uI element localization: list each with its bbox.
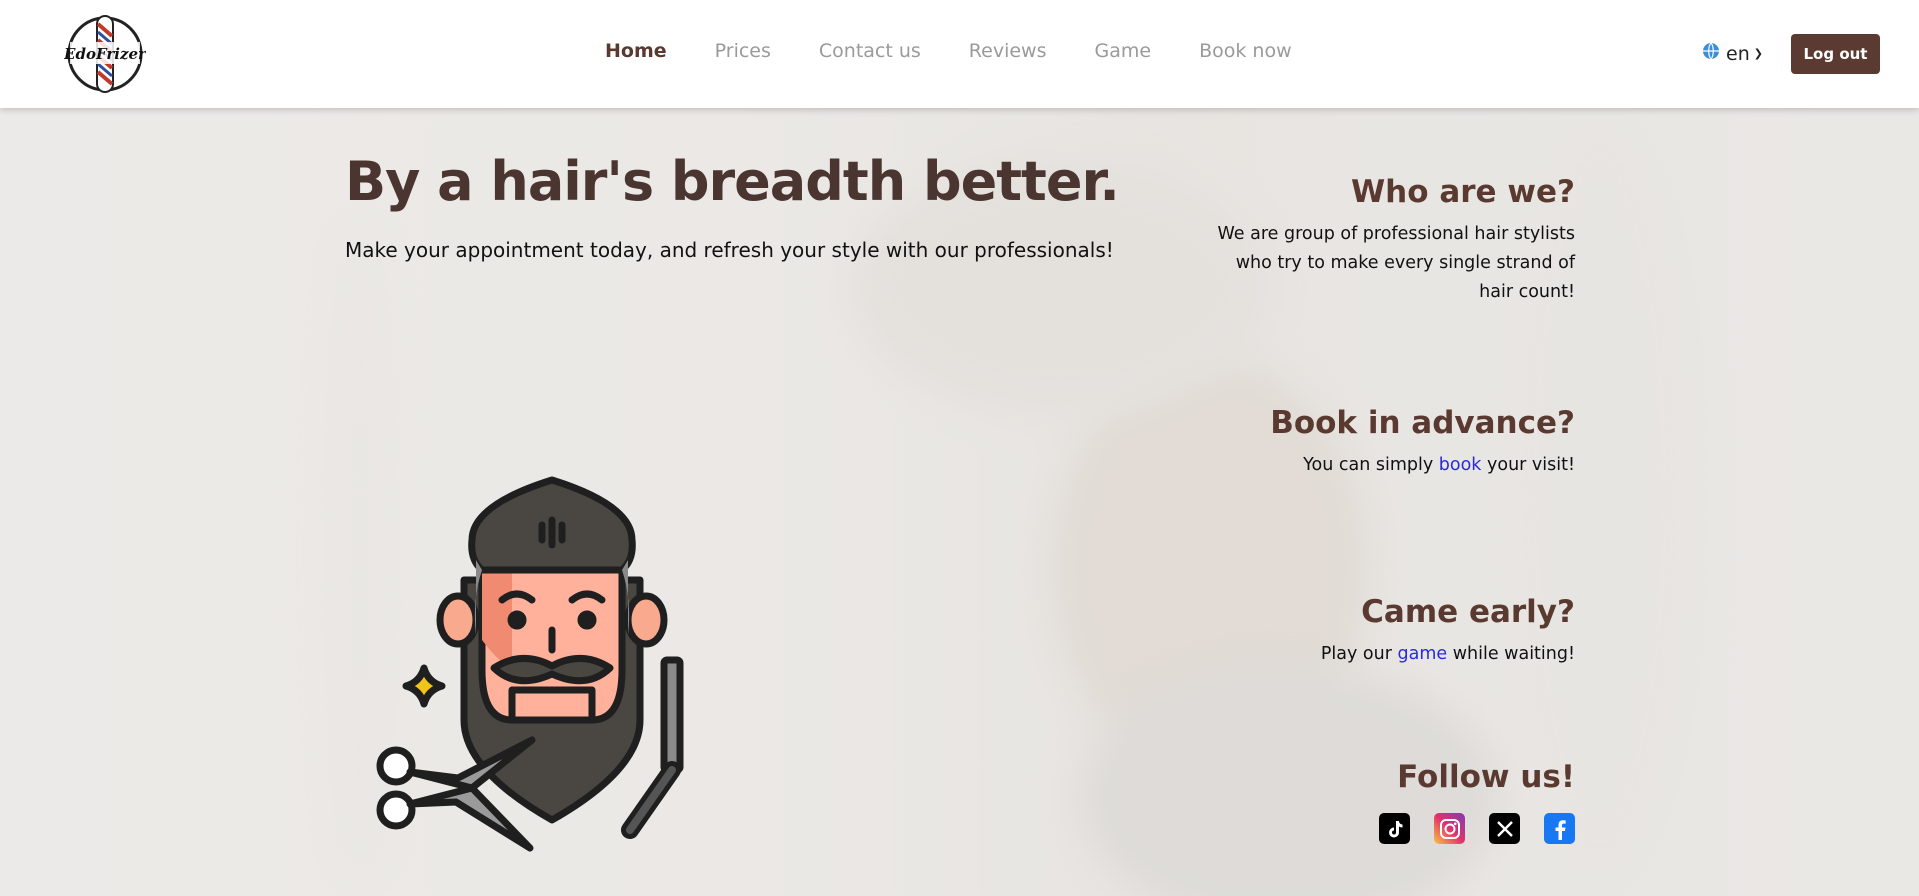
came-early-heading: Came early? bbox=[1361, 594, 1575, 630]
x-icon[interactable] bbox=[1489, 813, 1520, 844]
nav-prices[interactable]: Prices bbox=[715, 40, 771, 62]
globe-icon bbox=[1702, 42, 1720, 65]
facebook-icon[interactable] bbox=[1544, 813, 1575, 844]
who-are-we-text: We are group of professional hair stylis… bbox=[1217, 224, 1575, 302]
came-early-text: Play our game while waiting! bbox=[1215, 640, 1575, 669]
follow-us-section: Follow us! bbox=[1215, 759, 1575, 844]
language-selector[interactable]: en ❯ bbox=[1702, 42, 1763, 65]
book-in-advance-heading: Book in advance? bbox=[1270, 405, 1575, 441]
tiktok-icon[interactable] bbox=[1379, 813, 1410, 844]
nav-game[interactable]: Game bbox=[1095, 40, 1152, 62]
instagram-icon[interactable] bbox=[1434, 813, 1465, 844]
book-link[interactable]: book bbox=[1439, 455, 1482, 475]
book-text-after: your visit! bbox=[1481, 455, 1575, 475]
book-text-before: You can simply bbox=[1303, 455, 1439, 475]
hero-background-photo bbox=[0, 108, 1919, 896]
book-in-advance-section: Book in advance? You can simply book you… bbox=[1215, 405, 1575, 480]
early-text-after: while waiting! bbox=[1447, 644, 1575, 664]
early-text-before: Play our bbox=[1320, 644, 1398, 664]
game-link[interactable]: game bbox=[1397, 644, 1447, 664]
social-links bbox=[1215, 813, 1575, 844]
who-are-we-section: Who are we? We are group of professional… bbox=[1215, 174, 1575, 307]
top-navbar: EdoFrizer Home Prices Contact us Reviews… bbox=[0, 0, 1919, 108]
main-nav: Home Prices Contact us Reviews Game Book… bbox=[605, 40, 1292, 62]
hero-title: By a hair's breadth better. bbox=[345, 150, 1120, 213]
nav-book-now[interactable]: Book now bbox=[1199, 40, 1292, 62]
language-code: en bbox=[1726, 42, 1750, 65]
book-in-advance-text: You can simply book your visit! bbox=[1215, 451, 1575, 480]
hero-subtitle: Make your appointment today, and refresh… bbox=[345, 238, 1114, 262]
logout-button[interactable]: Log out bbox=[1791, 34, 1880, 74]
barber-illustration bbox=[372, 470, 702, 860]
follow-us-heading: Follow us! bbox=[1397, 759, 1575, 795]
chevron-down-icon: ❯ bbox=[1753, 47, 1763, 60]
svg-text:EdoFrizer: EdoFrizer bbox=[64, 45, 146, 63]
who-are-we-heading: Who are we? bbox=[1350, 174, 1575, 210]
nav-home[interactable]: Home bbox=[605, 40, 667, 62]
nav-contact-us[interactable]: Contact us bbox=[819, 40, 921, 62]
brand-logo[interactable]: EdoFrizer bbox=[63, 12, 147, 96]
nav-reviews[interactable]: Reviews bbox=[969, 40, 1047, 62]
came-early-section: Came early? Play our game while waiting! bbox=[1215, 594, 1575, 669]
